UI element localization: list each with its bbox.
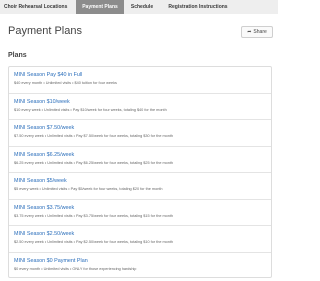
tab-schedule[interactable]: Schedule — [124, 0, 160, 14]
plan-item[interactable]: MINI Season $3.75/week $3.75 every week … — [9, 200, 271, 226]
plan-name[interactable]: MINI Season $5/week — [14, 178, 266, 185]
plan-name[interactable]: MINI Season $2.50/week — [14, 231, 266, 238]
page-title: Payment Plans — [8, 25, 82, 37]
plan-description: $5 every week • Unlimited visits • Pay $… — [14, 187, 163, 191]
plan-name[interactable]: MINI Season $3.75/week — [14, 205, 266, 212]
plan-description: $0 every month • Unlimited visits • ONLY… — [14, 266, 137, 271]
plan-item[interactable]: MINI Season $5/week $5 every week • Unli… — [9, 173, 271, 200]
share-button[interactable]: ➦ Share — [241, 26, 273, 38]
plan-item[interactable]: MINI Season $10/week $10 every week • Un… — [9, 94, 271, 120]
tab-payment-plans[interactable]: Payment Plans — [76, 0, 124, 14]
plan-description: $40 every month • Unlimited visits • $40… — [14, 81, 117, 85]
tab-registration-instructions[interactable]: Registration Instructions — [160, 0, 236, 14]
plan-description: $3.75 every week • Unlimited visits • Pa… — [14, 213, 174, 218]
tab-choir-rehearsal-locations[interactable]: Choir Rehearsal Locations — [0, 0, 76, 14]
plan-description: $7.50 every week • Unlimited visits • Pa… — [14, 134, 174, 138]
plan-description: $6.25 every week • Unlimited visits • Pa… — [14, 160, 174, 165]
plan-description: $10 every week • Unlimited visits • Pay … — [14, 107, 167, 112]
plan-name[interactable]: MINI Season $10/week — [14, 99, 266, 106]
plan-item[interactable]: MINI Season $0 Payment Plan $0 every mon… — [9, 253, 271, 278]
plan-name[interactable]: MINI Season $7.50/week — [14, 125, 266, 132]
plans-heading: Plans — [8, 52, 27, 59]
share-button-label: Share — [253, 29, 267, 35]
plan-item[interactable]: MINI Season $2.50/week $2.50 every week … — [9, 226, 271, 253]
plan-item[interactable]: MINI Season $6.25/week $6.25 every week … — [9, 147, 271, 173]
tab-bar: Choir Rehearsal Locations Payment Plans … — [0, 0, 278, 14]
share-arrow-icon: ➦ — [247, 29, 252, 35]
plans-list: MINI Season Pay $40 in Full $40 every mo… — [8, 66, 272, 278]
plan-name[interactable]: MINI Season $6.25/week — [14, 152, 266, 159]
plan-name[interactable]: MINI Season Pay $40 in Full — [14, 72, 266, 79]
plan-item[interactable]: MINI Season $7.50/week $7.50 every week … — [9, 120, 271, 147]
plan-item[interactable]: MINI Season Pay $40 in Full $40 every mo… — [9, 67, 271, 94]
plan-description: $2.50 every week • Unlimited visits • Pa… — [14, 240, 174, 244]
plan-name[interactable]: MINI Season $0 Payment Plan — [14, 258, 266, 265]
